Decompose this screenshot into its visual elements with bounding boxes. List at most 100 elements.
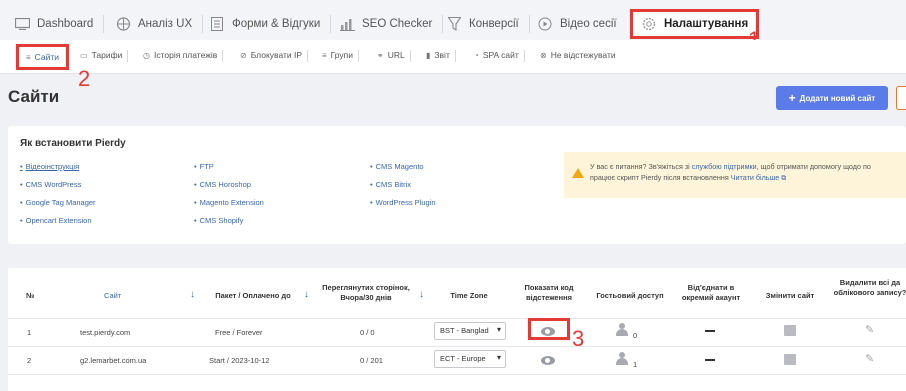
subnav-url[interactable]: ⚭ URL [377, 50, 411, 62]
col-header-guest-access: Гостьовий доступ [596, 291, 664, 300]
col-header-num: № [26, 291, 35, 300]
bar-chart-icon [339, 17, 355, 31]
list-icon: ≡ [26, 52, 31, 62]
plus-icon: + [788, 91, 796, 105]
play-icon [537, 17, 553, 31]
row-plan: Start / 2023-10-12 [209, 356, 270, 365]
install-link-ftp[interactable]: FTP [194, 162, 214, 171]
report-icon: ▮ [426, 50, 431, 60]
row-number: 1 [27, 328, 32, 337]
group-icon: ≡ [322, 50, 327, 60]
sort-arrow-icon[interactable]: ↓ [304, 289, 309, 300]
install-instructions-card: Як встановити Pierdy Відеоінструкція CMS… [8, 126, 906, 244]
install-link-magento-ext[interactable]: Magento Extension [194, 198, 264, 207]
notice-text: , щоб отримати допомогу щодо по [756, 162, 871, 171]
notice-text: У вас є питання? Зв'яжіться зі [590, 162, 692, 171]
subnav-groups[interactable]: ≡ Групи [322, 50, 360, 62]
divider [8, 318, 906, 319]
tab-seo-checker[interactable]: SEO Checker [339, 9, 444, 39]
secondary-button-edge[interactable] [896, 86, 906, 110]
install-link-gtm[interactable]: Google Tag Manager [20, 198, 96, 207]
subnav-block-ip[interactable]: ⊘ Блокувати IP [240, 50, 309, 62]
edit-icon[interactable] [784, 325, 796, 336]
tab-conversions[interactable]: Конверсії [446, 9, 530, 39]
subnav-label: Історія платежів [153, 50, 218, 60]
install-link-horoshop[interactable]: CMS Horoshop [194, 180, 251, 189]
subnav-tariffs[interactable]: ▭ Тарифи [80, 50, 129, 62]
add-site-button[interactable]: + Додати новий сайт [776, 86, 888, 110]
annotation-3: 3 [572, 326, 585, 351]
subnav-label: SPA сайт [482, 50, 519, 60]
dash-icon [705, 330, 715, 332]
subnav-report[interactable]: ▮ Звіт [426, 50, 456, 62]
subnav-sites[interactable]: ≡ Сайти [16, 44, 70, 70]
row-pages: 0 / 0 [360, 328, 375, 337]
install-title: Як встановити Pierdy [20, 138, 126, 149]
install-link-opencart[interactable]: Opencart Extension [20, 216, 92, 225]
read-more-link[interactable]: Читати більше ⧉ [731, 173, 787, 182]
subnav-payment-history[interactable]: ◷ Історія платежів [143, 50, 224, 62]
gear-icon [641, 17, 657, 31]
notice-text: працює скрипт Pierdy після встановлення [590, 172, 731, 182]
link-icon: ⚭ [377, 50, 384, 60]
delete-icon[interactable]: ✎ [865, 323, 874, 336]
col-header-plan: Пакет / Оплачено до [215, 291, 291, 300]
form-icon [209, 17, 225, 31]
subnav-no-tracking[interactable]: ⊗ Не відстежувати [540, 50, 616, 60]
user-icon[interactable] [616, 323, 628, 336]
tab-video-sessions[interactable]: Відео сесії [537, 9, 617, 39]
col-header-detach: Від'єднати в окремий акаунт [681, 283, 741, 302]
monitor-icon [14, 17, 30, 31]
col-header-timezone: Time Zone [450, 291, 488, 300]
sites-table: № Сайт ↓ Пакет / Оплачено до ↓ Перегляну… [8, 268, 906, 391]
install-link-shopify[interactable]: CMS Shopify [194, 216, 244, 225]
subnav-label: Звіт [434, 50, 450, 60]
tab-dashboard[interactable]: Dashboard [14, 9, 105, 39]
subnav-label: Блокувати IP [250, 50, 303, 60]
tab-ux-analysis[interactable]: Аналіз UX [115, 9, 204, 39]
timezone-select[interactable]: BST - Banglad ▾ [434, 322, 506, 340]
col-header-site[interactable]: Сайт [104, 291, 121, 301]
highlight-box [528, 318, 570, 340]
eye-icon[interactable] [541, 356, 555, 365]
timezone-value: ECT - Europe [440, 354, 486, 363]
support-link[interactable]: службою підтримки [692, 162, 757, 171]
row-site: test.pierdy.com [80, 328, 131, 337]
install-link-video[interactable]: Відеоінструкція [20, 162, 80, 171]
install-link-bitrix[interactable]: CMS Bitrix [370, 180, 411, 189]
sort-arrow-icon[interactable]: ↓ [419, 289, 424, 300]
col-header-delete: Видалити всі да облікового запису? [833, 278, 906, 297]
col-header-pages: Переглянутих сторінок, Вчора/30 днів [322, 283, 410, 302]
subnav-spa-site[interactable]: ◔ SPA сайт [474, 50, 525, 62]
row-plan: Free / Forever [215, 328, 263, 337]
divider [8, 374, 906, 375]
install-link-magento[interactable]: CMS Magento [370, 162, 424, 171]
chevron-down-icon: ▾ [496, 353, 501, 362]
tab-label: SEO Checker [362, 18, 433, 30]
install-link-wordpress[interactable]: CMS WordPress [20, 180, 82, 189]
delete-icon[interactable]: ✎ [865, 352, 874, 365]
timezone-select[interactable]: ECT - Europe ▾ [434, 350, 506, 368]
row-site: g2.lemarbet.com.ua [80, 356, 147, 365]
col-header-tracking-code: Показати код відстеження [524, 283, 574, 302]
tab-label: Налаштування [664, 18, 749, 30]
tab-forms[interactable]: Форми & Відгуки [209, 9, 332, 39]
tab-label: Форми & Відгуки [232, 18, 321, 30]
tab-settings[interactable]: Налаштування [630, 9, 760, 39]
sort-arrow-icon[interactable]: ↓ [190, 289, 195, 300]
history-icon: ◷ [143, 50, 150, 60]
install-link-wp-plugin[interactable]: WordPress Plugin [370, 198, 436, 207]
support-notice: У вас є питання? Зв'яжіться зі службою п… [564, 152, 906, 198]
timezone-value: BST - Banglad [440, 326, 489, 335]
subnav-label: URL [387, 50, 405, 60]
guest-count: 1 [633, 360, 638, 369]
edit-icon[interactable] [784, 354, 796, 365]
row-number: 2 [27, 356, 32, 365]
page-title: Сайти [8, 87, 60, 106]
card-icon: ▭ [80, 50, 88, 60]
dash-icon [705, 359, 715, 361]
spa-icon: ◔ [474, 50, 479, 60]
col-header-change-site: Змінити сайт [765, 291, 815, 300]
tab-label: Відео сесії [560, 18, 617, 30]
user-icon[interactable] [616, 352, 628, 365]
